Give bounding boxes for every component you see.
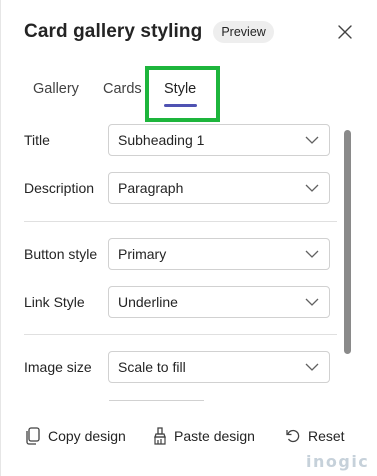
paint-brush-icon (154, 427, 166, 445)
link-style-label: Link Style (24, 294, 85, 310)
close-icon (338, 25, 352, 39)
paste-design-button[interactable]: Paste design (153, 420, 255, 452)
description-style-label: Description (24, 180, 95, 196)
section-divider (24, 221, 337, 222)
image-size-value: Scale to fill (118, 359, 186, 375)
chevron-down-icon (305, 136, 319, 144)
button-style-dropdown[interactable]: Primary (108, 238, 330, 270)
link-style-dropdown[interactable]: Underline (108, 286, 330, 318)
link-style-row: Link Style Underline (1, 286, 341, 318)
title-style-dropdown[interactable]: Subheading 1 (108, 124, 330, 156)
image-size-label: Image size (24, 359, 92, 375)
button-style-label: Button style (24, 246, 98, 262)
link-style-value: Underline (118, 294, 178, 310)
panel-title: Card gallery styling (24, 21, 203, 42)
reset-icon (286, 429, 300, 443)
button-style-value: Primary (118, 246, 167, 262)
image-size-dropdown[interactable]: Scale to fill (108, 351, 330, 383)
chevron-down-icon (305, 298, 319, 306)
title-style-value: Subheading 1 (118, 132, 205, 148)
tab-gallery[interactable]: Gallery (33, 70, 79, 108)
reset-label: Reset (308, 428, 345, 444)
title-style-label: Title (24, 132, 50, 148)
paste-design-label: Paste design (174, 428, 255, 444)
button-style-row: Button style Primary (1, 238, 341, 270)
image-size-row: Image size Scale to fill (1, 351, 341, 383)
chevron-down-icon (305, 184, 319, 192)
description-style-value: Paragraph (118, 180, 184, 196)
chevron-down-icon (305, 250, 319, 258)
partially-hidden-field-edge (109, 400, 204, 401)
tab-cards[interactable]: Cards (103, 70, 142, 108)
description-style-dropdown[interactable]: Paragraph (108, 172, 330, 204)
watermark-logo: inogic (306, 452, 370, 471)
section-divider (24, 334, 337, 335)
panel-header: Card gallery styling Preview (24, 18, 274, 46)
preview-badge: Preview (213, 21, 274, 43)
card-gallery-styling-panel: Card gallery styling Preview Gallery Car… (0, 0, 377, 476)
reset-button[interactable]: Reset (285, 420, 345, 452)
selected-tab-indicator (164, 104, 197, 107)
panel-footer: Copy design Paste design Reset (1, 420, 377, 452)
copy-design-label: Copy design (48, 428, 126, 444)
title-style-row: Title Subheading 1 (1, 124, 341, 156)
close-button[interactable] (335, 22, 355, 42)
vertical-scrollbar[interactable] (344, 130, 351, 354)
copy-design-button[interactable]: Copy design (25, 420, 126, 452)
tab-style[interactable]: Style (164, 70, 196, 108)
chevron-down-icon (305, 363, 319, 371)
description-style-row: Description Paragraph (1, 172, 341, 204)
copy-icon (26, 427, 40, 445)
